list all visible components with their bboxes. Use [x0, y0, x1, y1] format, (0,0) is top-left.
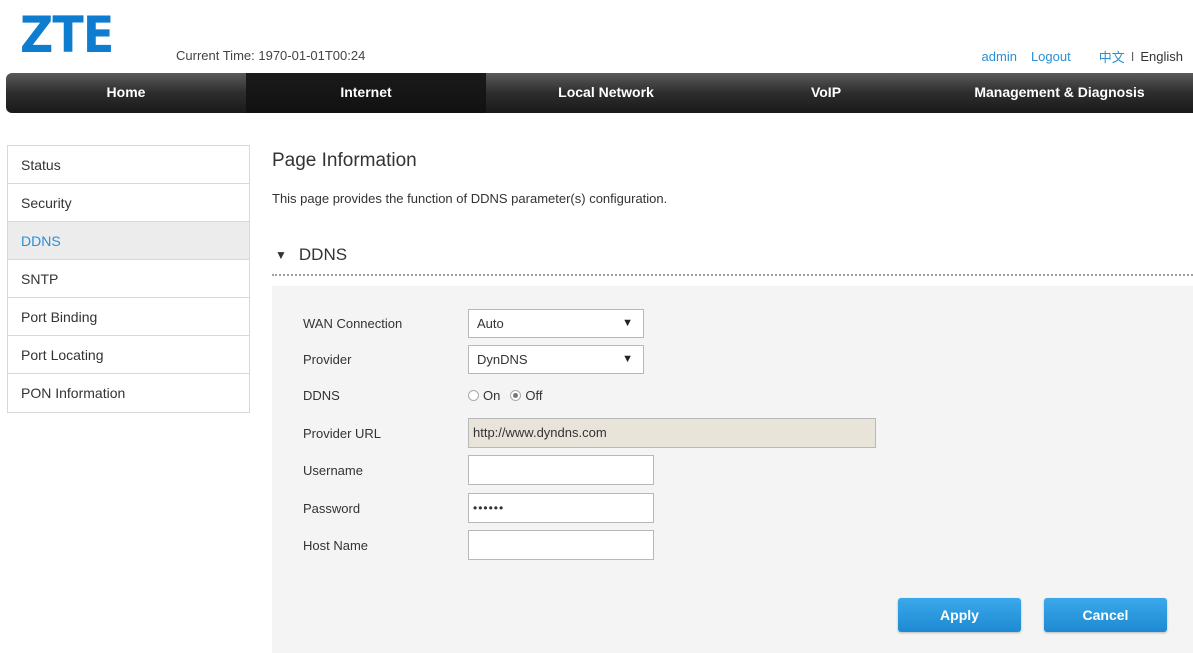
provider-url-row: Provider URL http://www.dyndns.com — [303, 418, 876, 448]
zte-logo: ZTE — [20, 6, 114, 64]
nav-internet[interactable]: Internet — [246, 73, 486, 113]
triangle-down-icon: ▼ — [275, 248, 287, 262]
ddns-form: WAN Connection Auto ▼ Provider DynDNS ▼ … — [272, 286, 1193, 653]
ddns-off-label: Off — [525, 387, 543, 403]
ddns-section-toggle[interactable]: ▼ DDNS — [275, 245, 347, 265]
sidebar-item-security[interactable]: Security — [8, 184, 249, 222]
provider-row: Provider DynDNS ▼ — [303, 344, 644, 374]
ddns-radio-group: On Off — [468, 388, 552, 403]
lang-separator: I — [1130, 49, 1135, 64]
wan-connection-select[interactable]: Auto ▼ — [468, 308, 644, 338]
username-row: Username — [303, 455, 654, 485]
provider-url-field[interactable]: http://www.dyndns.com — [468, 418, 876, 448]
password-field[interactable]: •••••• — [468, 493, 654, 523]
provider-select[interactable]: DynDNS ▼ — [468, 344, 644, 374]
wan-connection-value: Auto — [477, 315, 504, 331]
ddns-label: DDNS — [303, 387, 340, 403]
ddns-on-radio[interactable] — [468, 389, 479, 401]
apply-button[interactable]: Apply — [898, 598, 1021, 632]
sidebar: Status Security DDNS SNTP Port Binding P… — [7, 145, 250, 413]
current-time: Current Time: 1970-01-01T00:24 — [176, 48, 366, 63]
ddns-off-radio[interactable] — [510, 389, 522, 401]
main-nav: Home Internet Local Network VoIP Managem… — [6, 73, 1193, 113]
sidebar-item-port-locating[interactable]: Port Locating — [8, 336, 249, 374]
section-title: DDNS — [298, 245, 348, 264]
wan-connection-label: WAN Connection — [303, 315, 403, 331]
user-link[interactable]: admin — [982, 49, 1017, 64]
sidebar-item-ddns[interactable]: DDNS — [8, 222, 249, 260]
provider-label: Provider — [303, 351, 352, 367]
password-label: Password — [303, 500, 361, 516]
section-divider — [272, 274, 1193, 276]
password-row: Password •••••• — [303, 493, 654, 523]
sidebar-item-port-binding[interactable]: Port Binding — [8, 298, 249, 336]
nav-home[interactable]: Home — [6, 73, 246, 113]
page-description: This page provides the function of DDNS … — [272, 191, 668, 206]
host-name-row: Host Name — [303, 530, 654, 560]
nav-voip[interactable]: VoIP — [726, 73, 926, 113]
top-links: admin Logout 中文 I English — [968, 47, 1183, 66]
wan-connection-row: WAN Connection Auto ▼ — [303, 308, 644, 338]
logout-link[interactable]: Logout — [1031, 49, 1071, 64]
lang-chinese-link[interactable]: 中文 — [1099, 47, 1125, 66]
nav-management-diagnosis[interactable]: Management & Diagnosis — [926, 73, 1193, 113]
lang-english-link[interactable]: English — [1140, 49, 1183, 64]
nav-local-network[interactable]: Local Network — [486, 73, 726, 113]
username-label: Username — [303, 462, 363, 478]
ddns-row: DDNS On Off — [303, 380, 552, 410]
provider-value: DynDNS — [477, 351, 528, 367]
page-title: Page Information — [272, 150, 417, 171]
dropdown-arrow-icon: ▼ — [622, 316, 633, 329]
host-name-label: Host Name — [303, 537, 369, 553]
dropdown-arrow-icon: ▼ — [622, 352, 633, 365]
ddns-on-label: On — [483, 387, 501, 403]
sidebar-item-sntp[interactable]: SNTP — [8, 260, 249, 298]
sidebar-item-pon-information[interactable]: PON Information — [8, 374, 249, 412]
sidebar-item-status[interactable]: Status — [8, 146, 249, 184]
cancel-button[interactable]: Cancel — [1044, 598, 1167, 632]
provider-url-label: Provider URL — [303, 425, 382, 441]
username-field[interactable] — [468, 455, 654, 485]
host-name-field[interactable] — [468, 530, 654, 560]
